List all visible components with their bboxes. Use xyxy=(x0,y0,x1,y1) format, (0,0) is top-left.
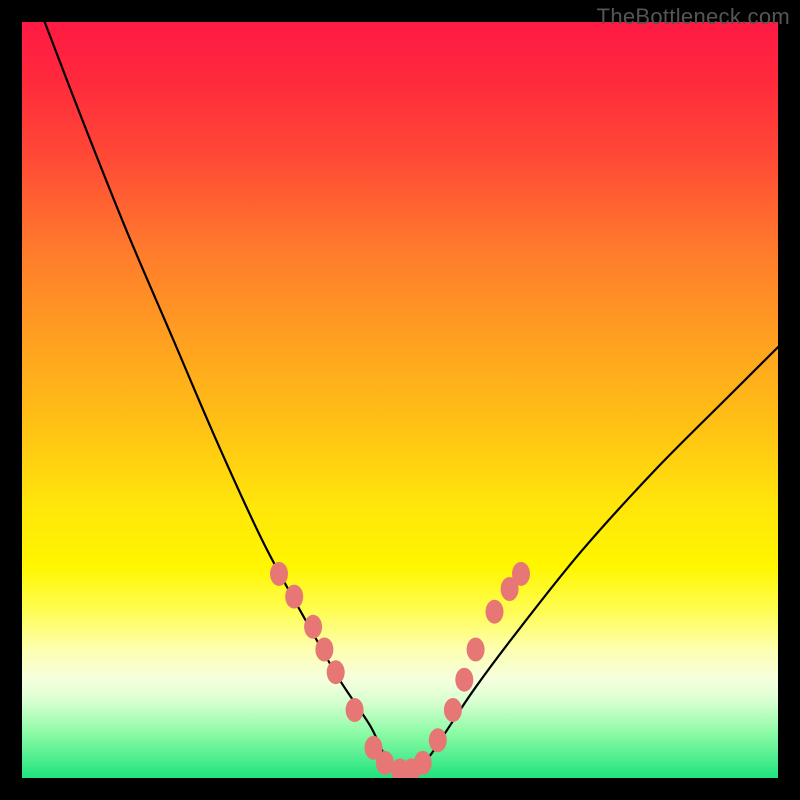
chart-frame: TheBottleneck.com xyxy=(0,0,800,800)
pink-marker xyxy=(270,562,288,586)
pink-marker xyxy=(429,728,447,752)
black-curve-group xyxy=(45,22,778,772)
pink-marker xyxy=(486,600,504,624)
chart-svg xyxy=(22,22,778,778)
pink-marker xyxy=(414,751,432,775)
pink-marker xyxy=(285,585,303,609)
pink-marker xyxy=(444,698,462,722)
pink-marker xyxy=(346,698,364,722)
pink-marker xyxy=(455,668,473,692)
pink-markers-group xyxy=(270,562,530,778)
pink-marker xyxy=(315,638,333,662)
watermark-text: TheBottleneck.com xyxy=(597,4,790,30)
pink-marker xyxy=(512,562,530,586)
pink-marker xyxy=(467,638,485,662)
pink-marker xyxy=(304,615,322,639)
pink-marker xyxy=(327,660,345,684)
black-curve xyxy=(45,22,778,772)
plot-area xyxy=(22,22,778,778)
